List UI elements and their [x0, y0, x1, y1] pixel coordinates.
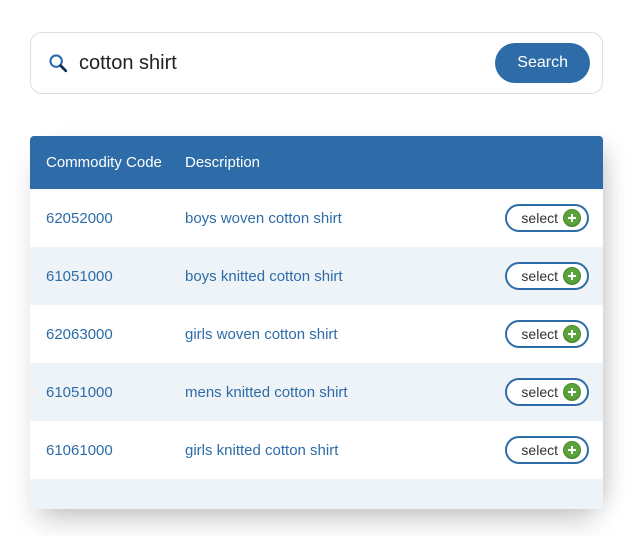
results-table: Commodity Code Description 62052000 boys…: [30, 136, 603, 509]
plus-icon: [564, 210, 580, 226]
search-input[interactable]: [79, 52, 485, 75]
commodity-code[interactable]: 62063000: [30, 326, 185, 343]
commodity-description: boys woven cotton shirt: [185, 210, 495, 227]
table-header: Commodity Code Description: [30, 136, 603, 189]
header-commodity-code: Commodity Code: [30, 154, 185, 171]
commodity-description: girls knitted cotton shirt: [185, 442, 495, 459]
commodity-code[interactable]: 62052000: [30, 210, 185, 227]
table-row: 61061000 girls knitted cotton shirt sele…: [30, 421, 603, 479]
header-description: Description: [185, 154, 495, 171]
select-label: select: [521, 384, 558, 400]
commodity-code[interactable]: 61061000: [30, 442, 185, 459]
table-row: 61051000 mens knitted cotton shirt selec…: [30, 363, 603, 421]
select-button[interactable]: select: [505, 378, 589, 406]
table-row: 61051000 boys knitted cotton shirt selec…: [30, 247, 603, 305]
plus-icon: [564, 268, 580, 284]
header-action: [495, 154, 603, 171]
select-label: select: [521, 442, 558, 458]
select-button[interactable]: select: [505, 436, 589, 464]
table-row: 62063000 girls woven cotton shirt select: [30, 305, 603, 363]
plus-icon: [564, 442, 580, 458]
search-button[interactable]: Search: [495, 43, 590, 83]
table-row: [30, 479, 603, 509]
select-label: select: [521, 326, 558, 342]
select-label: select: [521, 268, 558, 284]
search-icon: [47, 52, 69, 74]
plus-icon: [564, 326, 580, 342]
select-label: select: [521, 210, 558, 226]
search-bar: Search: [30, 32, 603, 94]
commodity-description: girls woven cotton shirt: [185, 326, 495, 343]
select-button[interactable]: select: [505, 262, 589, 290]
commodity-code[interactable]: 61051000: [30, 384, 185, 401]
commodity-description: boys knitted cotton shirt: [185, 268, 495, 285]
select-button[interactable]: select: [505, 204, 589, 232]
plus-icon: [564, 384, 580, 400]
commodity-code[interactable]: 61051000: [30, 268, 185, 285]
table-row: 62052000 boys woven cotton shirt select: [30, 189, 603, 247]
commodity-description: mens knitted cotton shirt: [185, 384, 495, 401]
select-button[interactable]: select: [505, 320, 589, 348]
